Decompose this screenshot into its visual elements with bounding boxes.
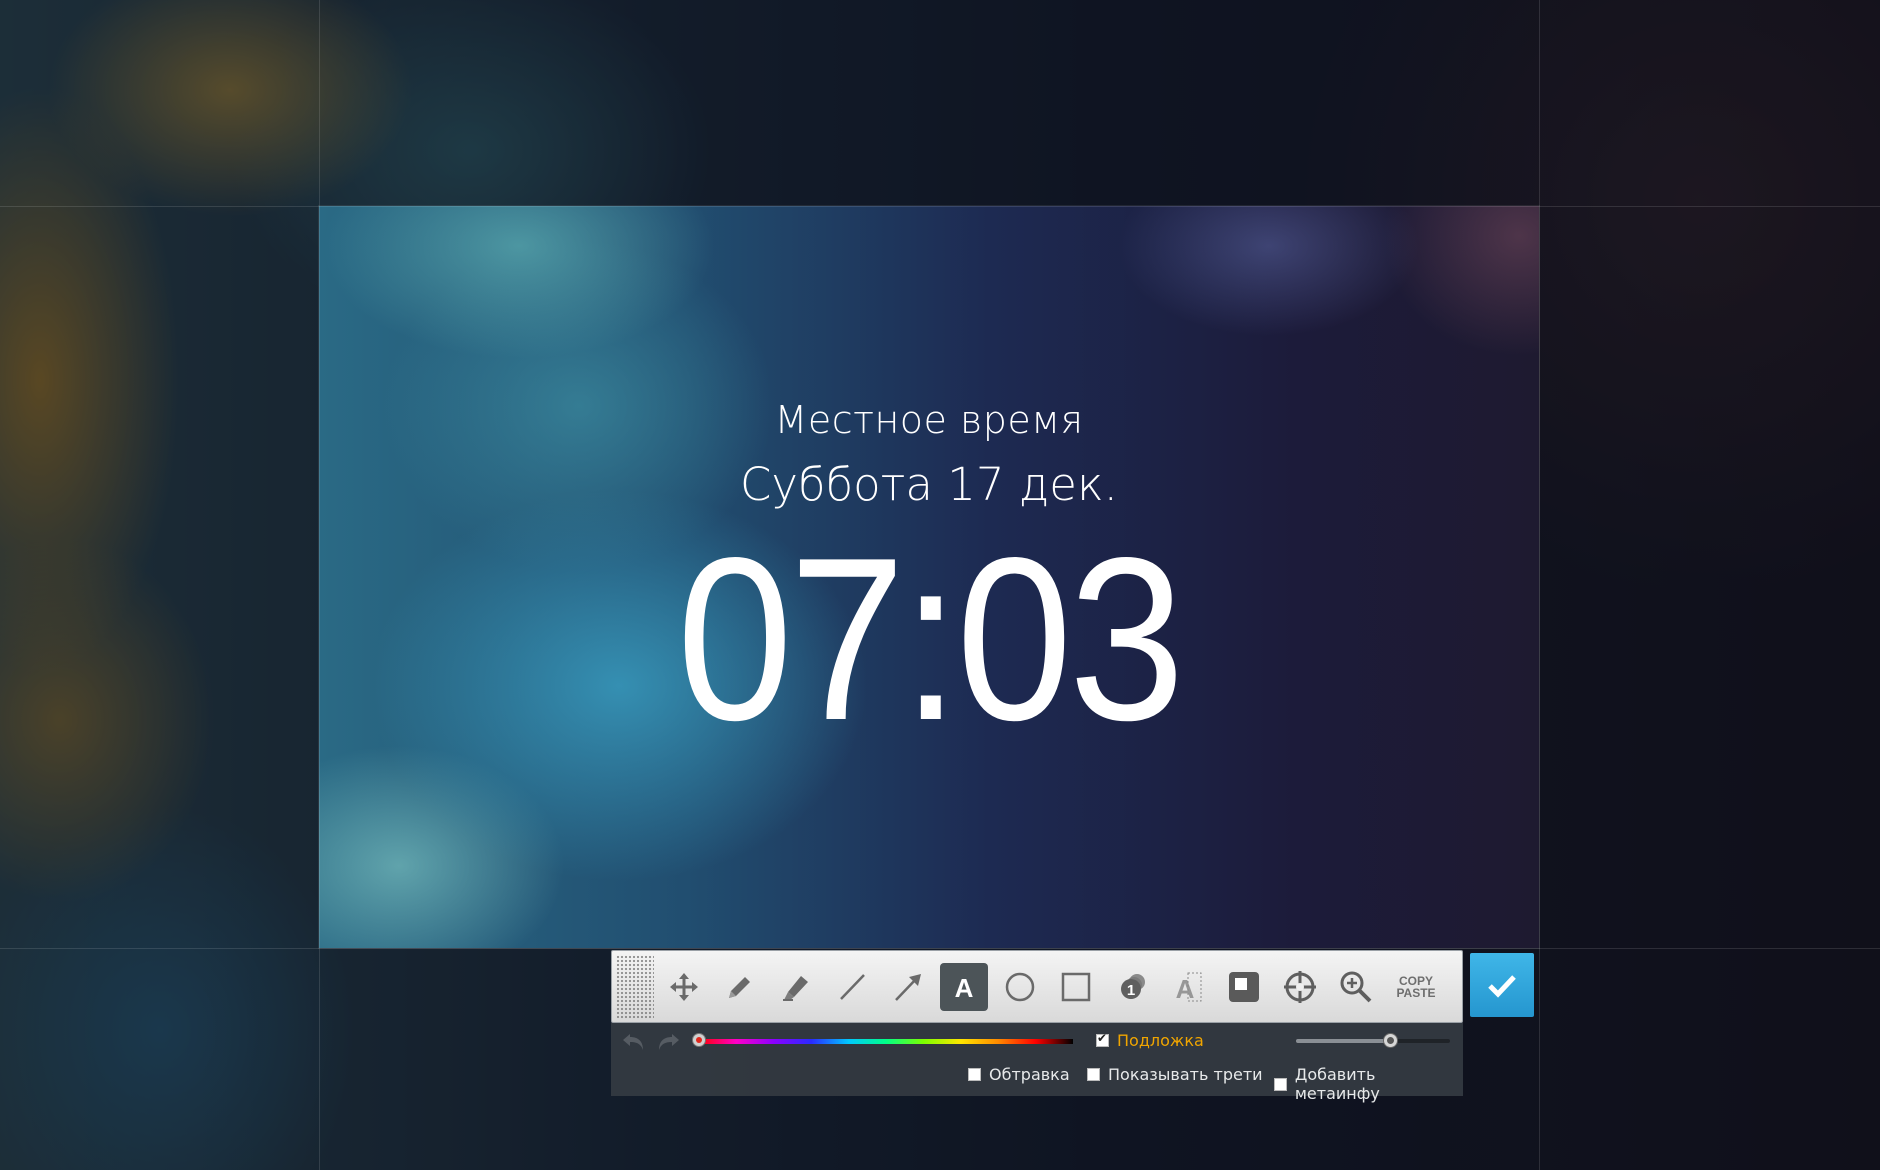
selection-guide-left: [319, 0, 320, 1170]
paste-label: PASTE: [1396, 985, 1436, 1000]
thirds-checkbox[interactable]: Показывать трети: [1087, 1065, 1263, 1084]
pencil-tool[interactable]: [716, 963, 764, 1011]
pencil-icon: [729, 976, 750, 998]
color-spectrum-slider[interactable]: [699, 1039, 1073, 1044]
arrow-tool[interactable]: [884, 963, 932, 1011]
check-icon: [1488, 975, 1516, 998]
blur-text-icon: A: [1176, 972, 1202, 1004]
lockscreen-time: 07:03: [676, 510, 1185, 769]
lockscreen-date: Суббота 17 дек.: [740, 458, 1118, 511]
numbering-tool[interactable]: 1: [1108, 963, 1156, 1011]
ellipse-icon: [1005, 972, 1035, 1001]
text-icon: A: [955, 973, 974, 1003]
marker-icon: [783, 975, 808, 1001]
opacity-slider[interactable]: [1296, 1039, 1450, 1043]
shadow-icon: [1229, 971, 1259, 1002]
outline-checkbox[interactable]: Обтравка: [968, 1065, 1070, 1084]
rectangle-tool[interactable]: [1052, 963, 1100, 1011]
selection-guide-right: [1539, 0, 1540, 1170]
outline-label: Обтравка: [989, 1065, 1070, 1084]
opacity-slider-knob[interactable]: [1383, 1033, 1399, 1048]
outline-checkbox-box[interactable]: [968, 1068, 981, 1081]
redo-icon[interactable]: [655, 1031, 681, 1053]
capture-selection[interactable]: Местное время Суббота 17 дек. 07:03: [319, 206, 1539, 948]
metainfo-label: Добавить метаинфу: [1294, 1065, 1380, 1103]
color-picker-knob[interactable]: [692, 1033, 706, 1047]
numbering-icon: 1: [1121, 973, 1145, 999]
svg-text:A: A: [1176, 974, 1195, 1004]
zoom-in-icon: [1340, 971, 1372, 1002]
shadow-tool[interactable]: [1220, 963, 1268, 1011]
selection-guide-top: [0, 206, 1880, 207]
toolbar-drag-handle[interactable]: [616, 954, 654, 1019]
copy-label: COPY: [1398, 973, 1433, 988]
options-panel: Подложка Обтравка Показывать трети Добав…: [611, 1023, 1463, 1103]
crosshair-icon: [1284, 970, 1316, 1003]
svg-text:A: A: [955, 973, 974, 1003]
ellipse-tool[interactable]: [996, 963, 1044, 1011]
marker-tool[interactable]: [772, 963, 820, 1011]
substrate-checkbox[interactable]: Подложка: [1096, 1031, 1204, 1050]
selection-guide-bottom: [0, 948, 1880, 949]
copy-paste-button[interactable]: COPY PASTE: [1388, 963, 1444, 1011]
crosshair-tool[interactable]: [1276, 963, 1324, 1011]
undo-icon[interactable]: [621, 1031, 647, 1053]
svg-text:1: 1: [1127, 982, 1135, 999]
move-icon: [670, 972, 698, 1001]
thirds-label: Показывать трети: [1108, 1065, 1263, 1084]
confirm-button[interactable]: [1470, 953, 1534, 1017]
lockscreen-label: Местное время: [774, 398, 1084, 442]
metainfo-checkbox-box[interactable]: [1274, 1077, 1287, 1091]
rectangle-icon: [1061, 972, 1091, 1001]
substrate-checkbox-box[interactable]: [1096, 1031, 1109, 1047]
blur-tool[interactable]: A: [1164, 963, 1212, 1011]
line-tool[interactable]: [828, 963, 876, 1011]
annotation-toolbar: A 1 A COPY PASTE: [611, 950, 1463, 1023]
zoom-tool[interactable]: [1332, 963, 1380, 1011]
substrate-label: Подложка: [1117, 1031, 1204, 1050]
text-tool[interactable]: A: [940, 962, 988, 1011]
arrow-icon: [895, 973, 921, 1001]
line-icon: [840, 973, 865, 1000]
move-tool[interactable]: [660, 963, 708, 1011]
metainfo-checkbox[interactable]: Добавить метаинфу: [1274, 1065, 1463, 1103]
thirds-checkbox-box[interactable]: [1087, 1068, 1100, 1081]
